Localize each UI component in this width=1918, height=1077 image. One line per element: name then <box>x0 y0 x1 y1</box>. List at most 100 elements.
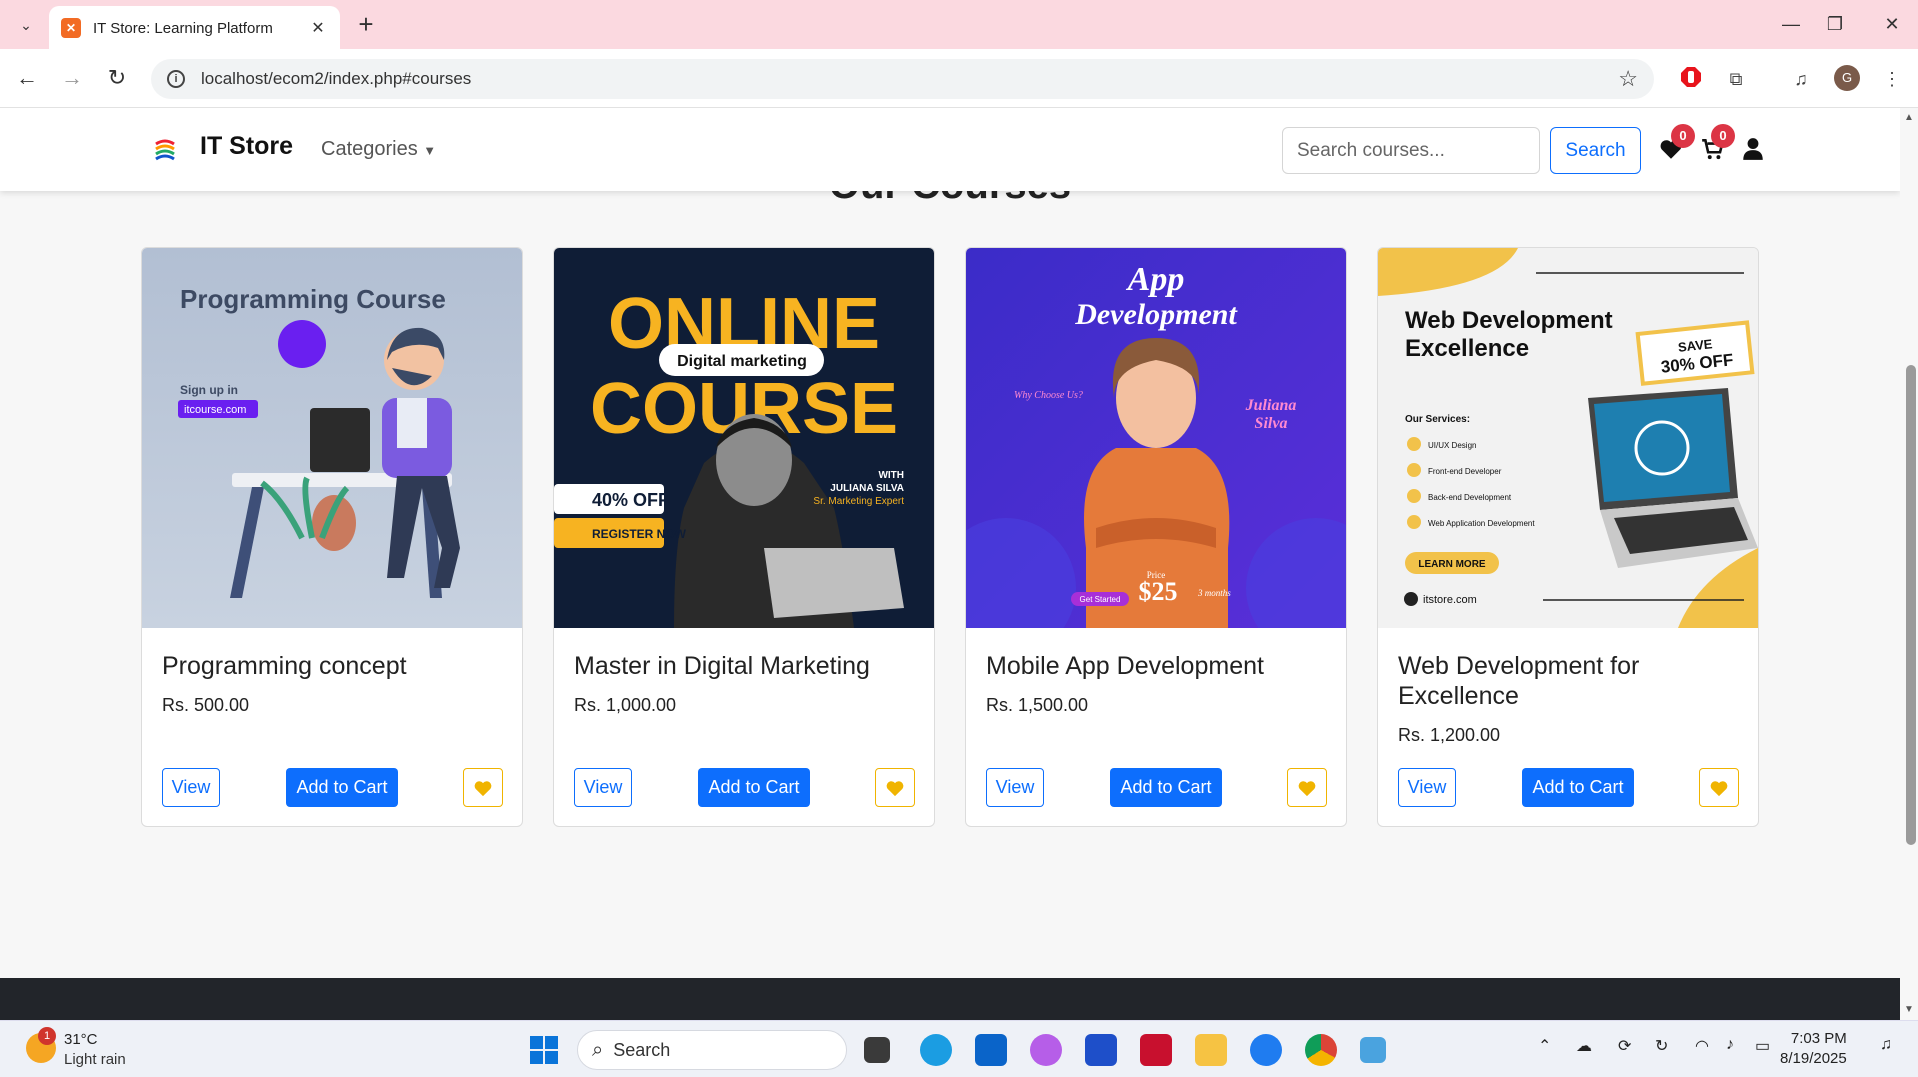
active-tab[interactable]: ✕ IT Store: Learning Platform ✕ <box>49 6 340 50</box>
scroll-up-arrow-icon[interactable]: ▲ <box>1904 112 1914 123</box>
search-input[interactable] <box>1282 127 1540 174</box>
restore-icon[interactable]: ❐ <box>1815 10 1855 38</box>
it-store-logo-icon[interactable] <box>150 134 180 164</box>
add-to-cart-button[interactable]: Add to Cart <box>1110 768 1222 807</box>
new-tab-plus-icon[interactable]: + <box>352 10 380 38</box>
search-button[interactable]: Search <box>1550 127 1641 174</box>
windows-taskbar: 1 31°C Light rain ⌕ Search ⌃ ☁ ⟳ ↻ ◠ ♪ ▭… <box>0 1020 1918 1077</box>
page-scrollbar-thumb[interactable] <box>1906 365 1916 845</box>
course-card: ONLINE COURSE Digital marketing 40% OFF … <box>553 247 935 827</box>
volume-icon[interactable]: ♪ <box>1726 1036 1734 1054</box>
web-page: Our Courses IT Store Categories ▼ Search… <box>0 108 1900 1020</box>
course-title[interactable]: Master in Digital Marketing <box>574 651 914 681</box>
poster-name2: Silva <box>1255 415 1288 432</box>
sync-icon[interactable]: ⟳ <box>1618 1036 1631 1056</box>
tab-title: IT Store: Learning Platform <box>93 19 273 37</box>
site-info-icon[interactable]: i <box>167 70 185 88</box>
messenger-icon[interactable] <box>1250 1034 1282 1066</box>
tab-close-icon[interactable]: ✕ <box>308 18 328 38</box>
wishlist-button[interactable] <box>463 768 503 807</box>
poster-heading: Programming Course <box>180 284 446 314</box>
course-card: Web Development Excellence SAVE 30% OFF … <box>1377 247 1759 827</box>
wifi-icon[interactable]: ◠ <box>1695 1036 1709 1056</box>
snipping-tool-icon[interactable] <box>1360 1037 1386 1063</box>
app-icon[interactable] <box>1085 1034 1117 1066</box>
browser-tab-strip: ⌄ ✕ IT Store: Learning Platform ✕ + — ❐ … <box>0 0 1918 50</box>
task-view-icon[interactable] <box>864 1037 890 1063</box>
view-button[interactable]: View <box>986 768 1044 807</box>
brand-name[interactable]: IT Store <box>200 130 293 162</box>
media-controls-icon[interactable]: ♫ <box>1787 65 1815 93</box>
poster-price: $25 <box>1139 577 1178 606</box>
profile-avatar[interactable]: G <box>1834 65 1860 91</box>
add-to-cart-button[interactable]: Add to Cart <box>698 768 810 807</box>
poster-name: JULIANA SILVA <box>830 483 904 494</box>
wishlist-button[interactable] <box>875 768 915 807</box>
minimize-icon[interactable]: — <box>1771 10 1811 38</box>
onedrive-icon[interactable]: ☁ <box>1576 1036 1592 1056</box>
course-title[interactable]: Web Development for Excellence <box>1398 651 1738 711</box>
battery-icon[interactable]: ▭ <box>1755 1036 1770 1056</box>
poster-offer: 40% OFF <box>592 490 669 510</box>
store-icon[interactable] <box>975 1034 1007 1066</box>
poster-signup: Sign up in <box>180 383 238 397</box>
weather-condition[interactable]: Light rain <box>64 1051 126 1068</box>
user-account-icon[interactable] <box>1740 136 1766 162</box>
poster-service: Back-end Development <box>1428 493 1512 502</box>
bookmark-star-icon[interactable]: ☆ <box>1618 66 1638 92</box>
poster-heading1: Web Development <box>1405 307 1613 334</box>
back-arrow-icon[interactable]: ← <box>12 63 42 93</box>
add-to-cart-button[interactable]: Add to Cart <box>286 768 398 807</box>
address-bar-row: ← → ↻ i localhost/ecom2/index.php#course… <box>0 49 1918 108</box>
wishlist-button[interactable] <box>1287 768 1327 807</box>
view-button[interactable]: View <box>162 768 220 807</box>
app-development-poster[interactable]: App Development Why Choose Us? Juliana S… <box>966 248 1346 628</box>
poster-services-title: Our Services: <box>1405 414 1470 425</box>
extensions-puzzle-icon[interactable]: ⧉ <box>1722 65 1750 93</box>
browser-menu-icon[interactable]: ⋮ <box>1878 65 1906 93</box>
refresh-icon[interactable]: ↻ <box>1655 1036 1668 1056</box>
web-development-poster[interactable]: Web Development Excellence SAVE 30% OFF … <box>1378 248 1758 628</box>
course-title[interactable]: Programming concept <box>162 651 502 681</box>
course-price: Rs. 1,500.00 <box>986 695 1089 715</box>
wishlist-count-badge: 0 <box>1671 124 1695 148</box>
reload-icon[interactable]: ↻ <box>102 63 132 93</box>
chrome-icon[interactable] <box>1305 1034 1337 1066</box>
clock-date: 8/19/2025 <box>1780 1050 1847 1067</box>
poster-cta: LEARN MORE <box>1418 559 1486 570</box>
mcafee-icon[interactable] <box>1140 1034 1172 1066</box>
categories-dropdown[interactable]: Categories ▼ <box>321 137 436 163</box>
close-window-icon[interactable]: ✕ <box>1872 10 1912 38</box>
omnibox[interactable]: i localhost/ecom2/index.php#courses ☆ <box>151 59 1654 99</box>
digital-marketing-poster[interactable]: ONLINE COURSE Digital marketing 40% OFF … <box>554 248 934 628</box>
wishlist-button[interactable] <box>1699 768 1739 807</box>
course-title[interactable]: Mobile App Development <box>986 651 1326 681</box>
view-button[interactable]: View <box>574 768 632 807</box>
tray-overflow-chevron-icon[interactable]: ⌃ <box>1538 1036 1551 1056</box>
poster-service: UI/UX Design <box>1428 441 1476 450</box>
poster-pill: Digital marketing <box>677 353 807 370</box>
edge-icon[interactable] <box>920 1034 952 1066</box>
cart-count-badge: 0 <box>1711 124 1735 148</box>
tab-search-chevron-icon[interactable]: ⌄ <box>12 13 40 37</box>
clock-time: 7:03 PM <box>1790 1030 1847 1047</box>
windows-start-icon[interactable] <box>528 1034 560 1066</box>
file-explorer-icon[interactable] <box>1195 1034 1227 1066</box>
poster-with: WITH <box>878 470 904 481</box>
view-button[interactable]: View <box>1398 768 1456 807</box>
taskbar-search[interactable]: ⌕ Search <box>577 1030 847 1070</box>
weather-temperature[interactable]: 31°C <box>64 1031 98 1048</box>
clock[interactable]: 7:03 PM 8/19/2025 <box>1780 1029 1847 1069</box>
poster-cta: REGISTER NOW <box>592 527 687 541</box>
notification-bell-icon[interactable]: ♫ <box>1880 1036 1892 1054</box>
site-navbar: IT Store Categories ▼ Search 0 0 <box>0 108 1900 191</box>
programming-course-poster[interactable]: Programming Course Sign up in itcourse.c… <box>142 248 522 628</box>
add-to-cart-button[interactable]: Add to Cart <box>1522 768 1634 807</box>
adblock-extension-icon[interactable] <box>1677 65 1705 93</box>
poster-months: 3 months <box>1197 588 1231 598</box>
copilot-icon[interactable] <box>1030 1034 1062 1066</box>
heart-icon <box>474 780 492 796</box>
forward-arrow-icon[interactable]: → <box>57 63 87 93</box>
scroll-down-arrow-icon[interactable]: ▼ <box>1904 1004 1914 1015</box>
url-text[interactable]: localhost/ecom2/index.php#courses <box>201 69 1618 89</box>
